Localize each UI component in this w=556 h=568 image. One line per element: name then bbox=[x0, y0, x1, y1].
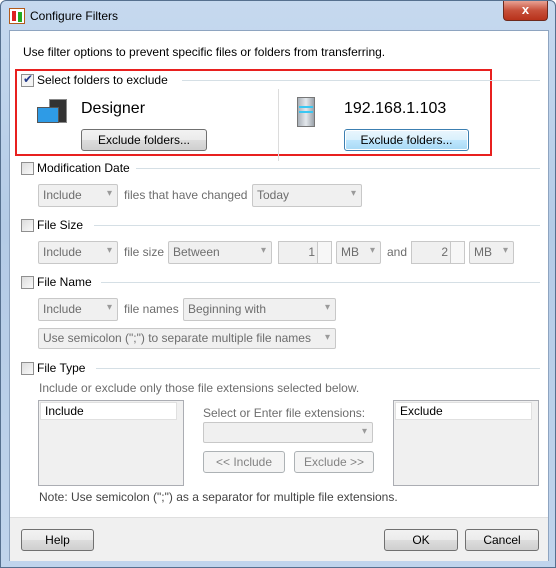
cancel-button[interactable]: Cancel bbox=[465, 529, 539, 551]
file-name-label: File Name bbox=[37, 275, 92, 289]
folders-checkbox[interactable] bbox=[21, 72, 34, 87]
include-list[interactable]: Include bbox=[38, 400, 184, 486]
size-min-stepper[interactable]: 1 bbox=[278, 241, 332, 264]
divider bbox=[182, 80, 540, 81]
file-names-input[interactable]: Use semicolon (";") to separate multiple… bbox=[38, 328, 336, 349]
computer-icon bbox=[37, 99, 69, 125]
ok-button[interactable]: OK bbox=[384, 529, 458, 551]
dialog-body: Use filter options to prevent specific f… bbox=[9, 30, 549, 561]
exclude-list-header: Exclude bbox=[395, 402, 532, 420]
window-title: Configure Filters bbox=[30, 9, 119, 23]
server-icon bbox=[297, 97, 315, 127]
include-list-header: Include bbox=[40, 402, 177, 420]
folders-label: Select folders to exclude bbox=[37, 73, 168, 87]
file-size-checkbox[interactable] bbox=[21, 219, 34, 232]
name-mode-select[interactable]: Include bbox=[38, 298, 118, 321]
file-type-label: File Type bbox=[37, 361, 86, 375]
modification-mode-select[interactable]: Include bbox=[38, 184, 118, 207]
extensions-combo[interactable] bbox=[203, 422, 373, 443]
dialog-window: Configure Filters x Use filter options t… bbox=[0, 0, 556, 568]
help-button[interactable]: Help bbox=[21, 529, 94, 551]
exclude-folders-local-button[interactable]: Exclude folders... bbox=[81, 129, 207, 151]
close-button[interactable]: x bbox=[503, 1, 548, 21]
file-type-checkbox[interactable] bbox=[21, 362, 34, 375]
intro-text: Use filter options to prevent specific f… bbox=[23, 45, 386, 59]
size-max-stepper[interactable]: 2 bbox=[411, 241, 465, 264]
file-type-description: Include or exclude only those file exten… bbox=[39, 381, 360, 395]
exclude-list[interactable]: Exclude bbox=[393, 400, 539, 486]
file-name-checkbox[interactable] bbox=[21, 276, 34, 289]
size-max-unit-select[interactable]: MB bbox=[469, 241, 514, 264]
modification-period-select[interactable]: Today bbox=[252, 184, 362, 207]
modification-date-checkbox[interactable] bbox=[21, 162, 34, 175]
divider bbox=[96, 368, 540, 369]
size-min-unit-select[interactable]: MB bbox=[336, 241, 381, 264]
modification-date-label: Modification Date bbox=[37, 161, 130, 175]
divider bbox=[136, 168, 540, 169]
file-type-note: Note: Use semicolon (";") as a separator… bbox=[39, 490, 398, 504]
select-extensions-label: Select or Enter file extensions: bbox=[203, 406, 366, 420]
size-mode-select[interactable]: Include bbox=[38, 241, 118, 264]
divider bbox=[94, 225, 540, 226]
exclude-extension-button[interactable]: Exclude >> bbox=[294, 451, 374, 473]
name-match-select[interactable]: Beginning with bbox=[183, 298, 336, 321]
vertical-divider bbox=[278, 89, 279, 161]
and-label: and bbox=[387, 245, 408, 259]
local-computer-name: Designer bbox=[81, 100, 146, 117]
include-extension-button[interactable]: << Include bbox=[203, 451, 285, 473]
remote-computer-name: 192.168.1.103 bbox=[344, 100, 447, 117]
file-size-label: File Size bbox=[37, 218, 84, 232]
modification-text: files that have changed bbox=[124, 188, 248, 202]
app-icon bbox=[9, 8, 25, 24]
exclude-folders-remote-button[interactable]: Exclude folders... bbox=[344, 129, 469, 151]
button-bar: Help OK Cancel bbox=[10, 517, 548, 561]
name-text: file names bbox=[124, 302, 179, 316]
divider bbox=[101, 282, 540, 283]
size-text: file size bbox=[124, 245, 165, 259]
size-operator-select[interactable]: Between bbox=[168, 241, 272, 264]
